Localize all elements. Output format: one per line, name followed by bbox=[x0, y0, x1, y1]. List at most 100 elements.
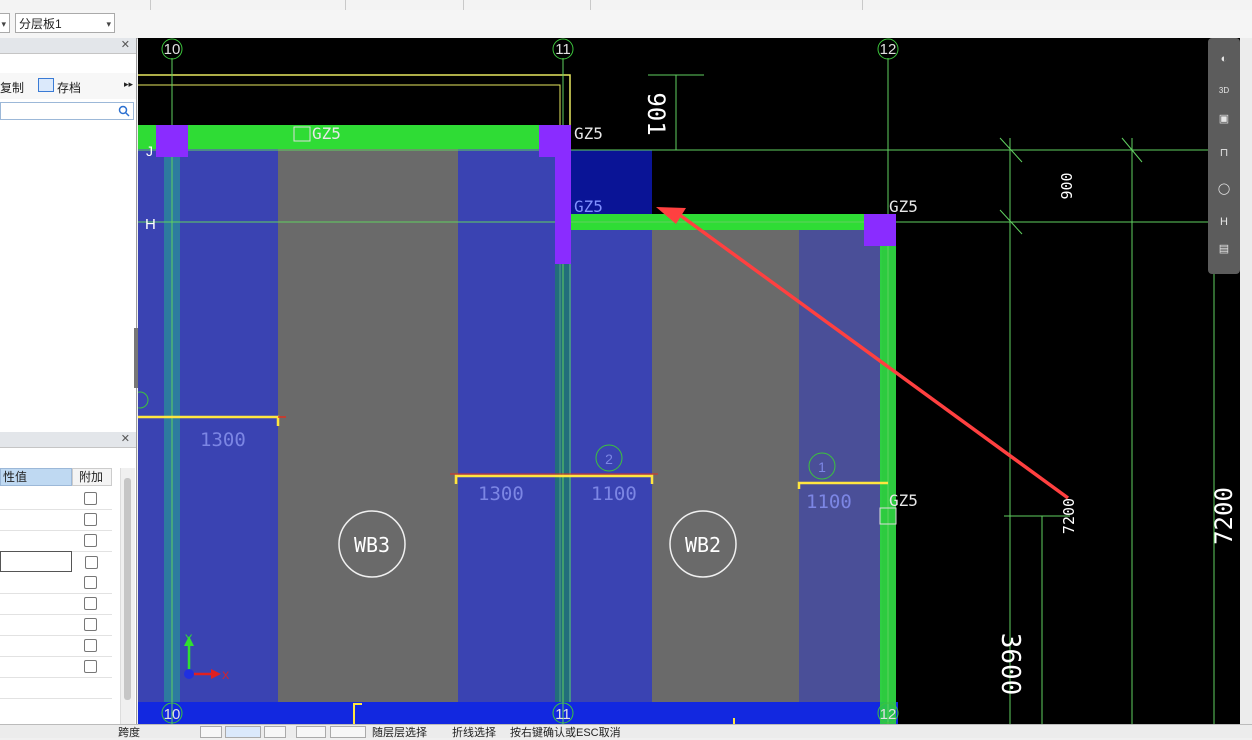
marker-number: 2 bbox=[605, 451, 613, 467]
property-grid-header: 性值 附加 bbox=[0, 468, 120, 486]
axis-label: 11 bbox=[555, 41, 571, 58]
property-row[interactable] bbox=[0, 635, 112, 657]
layer-icon[interactable]: ▤ bbox=[1213, 238, 1235, 260]
property-row[interactable] bbox=[0, 530, 112, 552]
extra-checkbox[interactable] bbox=[84, 618, 97, 631]
search-input[interactable] bbox=[0, 102, 134, 120]
status-hint: 按右键确认或ESC取消 bbox=[510, 727, 621, 739]
extra-checkbox[interactable] bbox=[84, 492, 97, 505]
dimension-label: 7200 bbox=[1060, 498, 1078, 534]
drawing-canvas[interactable]: 10 11 12 10 11 12 J H H GZ5 GZ5 GZ5 GZ5 … bbox=[138, 38, 1252, 724]
property-scrollbar[interactable] bbox=[120, 468, 135, 724]
status-toggle-button[interactable] bbox=[330, 726, 366, 738]
dimension-label: 1300 bbox=[200, 429, 246, 451]
ribbon-separator bbox=[463, 0, 464, 10]
column-gz5[interactable] bbox=[555, 150, 571, 264]
extra-checkbox[interactable] bbox=[85, 556, 98, 569]
view-cube-icon[interactable]: ▣ bbox=[1213, 108, 1235, 130]
status-polyline-select[interactable]: 折线选择 bbox=[452, 724, 496, 740]
slab-blue-region[interactable] bbox=[458, 142, 555, 724]
dimension-label: 1100 bbox=[591, 483, 637, 505]
dimension-label: 1100 bbox=[806, 491, 852, 513]
axis-label: H bbox=[145, 216, 156, 233]
column-label: GZ5 bbox=[889, 491, 918, 510]
property-extra-header: 附加 bbox=[72, 468, 112, 486]
axis-label: 11 bbox=[555, 706, 571, 723]
status-toggle-button[interactable] bbox=[200, 726, 222, 738]
dimension-label: 1300 bbox=[478, 483, 524, 505]
axis-label: 10 bbox=[164, 706, 181, 723]
property-row[interactable] bbox=[0, 677, 112, 699]
view-navigation-bar: ◐ 3D ▣ ⊓ ◯ H ▤ bbox=[1208, 38, 1240, 274]
slab-label: WB3 bbox=[354, 533, 390, 557]
right-side-strip bbox=[1240, 38, 1252, 724]
status-span-text: 跨度 bbox=[118, 727, 140, 739]
property-row[interactable] bbox=[0, 572, 112, 594]
orbit-icon[interactable]: ◐ bbox=[1213, 48, 1235, 70]
panel-toolbar: 复制 存档 ▸▸ bbox=[0, 73, 136, 99]
pan-icon[interactable]: ⊓ bbox=[1213, 142, 1235, 164]
extra-checkbox[interactable] bbox=[84, 534, 97, 547]
slab-blue-region[interactable] bbox=[799, 218, 882, 724]
view-h-button[interactable]: H bbox=[1213, 211, 1235, 233]
wall-green[interactable] bbox=[138, 125, 571, 149]
property-row[interactable] bbox=[0, 551, 98, 572]
axis-label: 10 bbox=[164, 41, 181, 58]
axis-label: 12 bbox=[880, 706, 897, 723]
slab-gray-region[interactable] bbox=[652, 218, 799, 724]
close-icon[interactable]: ✕ bbox=[121, 432, 130, 445]
dimension-label: 7200 bbox=[1210, 487, 1238, 545]
component-type-combo[interactable]: ▾ bbox=[0, 13, 10, 33]
property-row[interactable] bbox=[0, 614, 112, 636]
panel-title-bar: ✕ bbox=[0, 38, 136, 54]
extra-checkbox[interactable] bbox=[84, 639, 97, 652]
column-gz5[interactable] bbox=[156, 125, 188, 157]
status-toggle-button[interactable] bbox=[225, 726, 261, 738]
slab-label: WB2 bbox=[685, 533, 721, 557]
extra-checkbox[interactable] bbox=[84, 576, 97, 589]
scrollbar-thumb[interactable] bbox=[124, 478, 131, 700]
view-3d-button[interactable]: 3D bbox=[1213, 80, 1235, 102]
column-label: GZ5 bbox=[312, 124, 341, 143]
status-toggle-button[interactable] bbox=[296, 726, 326, 738]
ribbon-separator bbox=[590, 0, 591, 10]
axis-label: J bbox=[146, 143, 153, 159]
component-list-panel: ✕ 复制 存档 ▸▸ ✕ 性值 附加 bbox=[0, 38, 138, 737]
ribbon-separator bbox=[150, 0, 151, 10]
zoom-icon[interactable]: ◯ bbox=[1213, 178, 1235, 200]
property-value-header: 性值 bbox=[0, 468, 72, 486]
slab-bottom-strip bbox=[138, 702, 898, 724]
ucs-y-label: Y bbox=[185, 633, 193, 645]
property-row[interactable] bbox=[0, 488, 112, 510]
search-icon bbox=[118, 105, 130, 117]
property-panel-title-bar: ✕ bbox=[0, 432, 136, 448]
column-label: GZ5 bbox=[889, 197, 918, 216]
column-label: GZ5 bbox=[574, 124, 603, 143]
extra-checkbox[interactable] bbox=[84, 660, 97, 673]
axis-label: 12 bbox=[880, 41, 897, 58]
extra-checkbox[interactable] bbox=[84, 513, 97, 526]
ribbon-separator bbox=[862, 0, 863, 10]
column-gz5[interactable] bbox=[864, 214, 896, 246]
ribbon-separator bbox=[345, 0, 346, 10]
copy-button[interactable]: 复制 bbox=[0, 79, 24, 96]
property-row[interactable] bbox=[0, 509, 112, 531]
archive-button[interactable]: 存档 bbox=[57, 79, 81, 96]
floor-combo[interactable]: 分层板1 ▾ bbox=[15, 13, 115, 33]
ucs-x-label: X bbox=[222, 670, 230, 682]
floor-combo-value: 分层板1 bbox=[19, 17, 62, 31]
archive-icon bbox=[38, 78, 54, 92]
property-row[interactable] bbox=[0, 593, 112, 615]
extra-checkbox[interactable] bbox=[84, 597, 97, 610]
close-icon[interactable]: ✕ bbox=[121, 38, 130, 51]
property-row[interactable] bbox=[0, 656, 112, 678]
dimension-label: 3600 bbox=[995, 633, 1025, 696]
cad-drawing[interactable]: 10 11 12 10 11 12 J H H GZ5 GZ5 GZ5 GZ5 … bbox=[138, 38, 1252, 724]
floor-toolbar: ▾ 分层板1 ▾ bbox=[0, 10, 1252, 39]
status-layer-select[interactable]: 随层层选择 bbox=[372, 724, 427, 740]
marker-number: 1 bbox=[818, 459, 826, 475]
more-icon[interactable]: ▸▸ bbox=[124, 79, 133, 90]
column-label: GZ5 bbox=[574, 197, 603, 216]
status-toggle-button[interactable] bbox=[264, 726, 286, 738]
slab-gray-region[interactable] bbox=[278, 142, 458, 724]
